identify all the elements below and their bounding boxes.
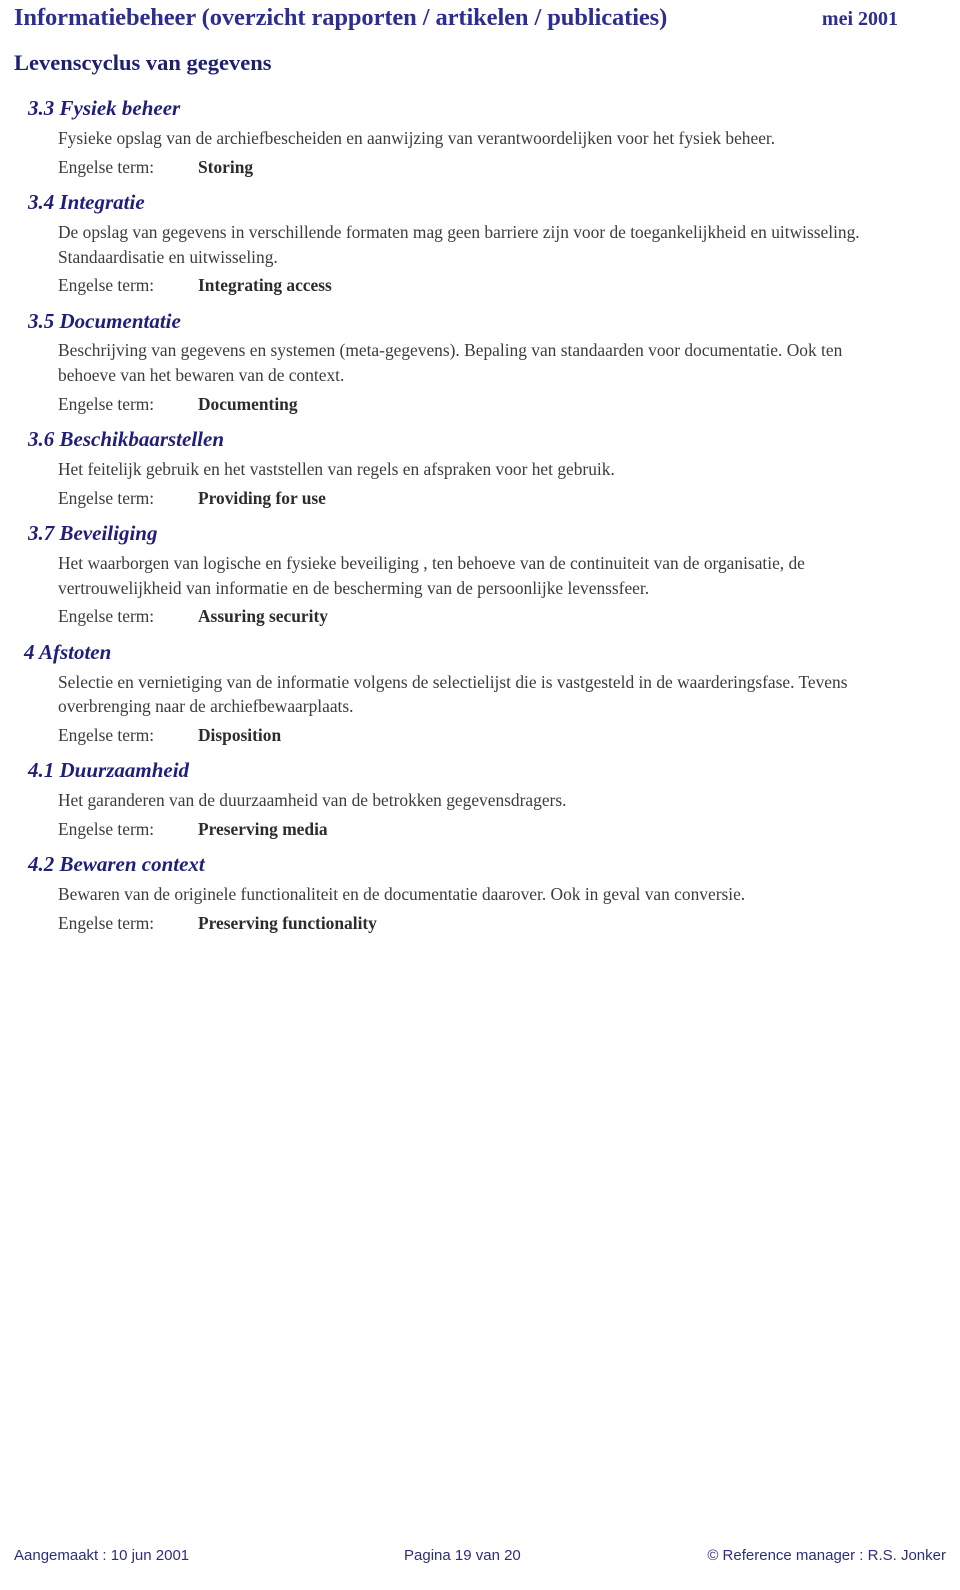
english-term-row: Engelse term: Assuring security — [58, 604, 960, 628]
document-date: mei 2001 — [821, 8, 898, 30]
section-description: De opslag van gegevens in verschillende … — [58, 221, 860, 267]
english-term-value: Preserving functionality — [198, 912, 377, 933]
section-heading: 3.4 Integratie — [28, 189, 145, 214]
english-term-row: Engelse term: Disposition — [58, 723, 960, 747]
section-heading: 3.6 Beschikbaarstellen — [28, 427, 225, 452]
section-3-4: 3.4 Integratie De opslag van gegevens in… — [0, 189, 960, 298]
section-description: Fysieke opslag van de archiefbescheiden … — [58, 127, 776, 148]
section-3-7: 3.7 Beveiliging Het waarborgen van logis… — [0, 520, 960, 629]
english-term-label: Engelse term: — [58, 156, 155, 177]
english-term-value: Disposition — [198, 725, 282, 746]
section-4: 4 Afstoten Selectie en vernietiging van … — [0, 639, 960, 748]
english-term-value: Documenting — [198, 393, 298, 414]
section-heading: 4.1 Duurzaamheid — [28, 758, 190, 783]
section-description: Het feitelijk gebruik en het vaststellen… — [58, 459, 615, 480]
section-3-3: 3.3 Fysiek beheer Fysieke opslag van de … — [0, 95, 960, 179]
english-term-value: Providing for use — [198, 487, 326, 508]
english-term-label: Engelse term: — [58, 912, 155, 933]
document-footer: Aangemaakt : 10 jun 2001 Pagina 19 van 2… — [14, 1547, 946, 1564]
english-term-label: Engelse term: — [58, 487, 155, 508]
section-description: Het waarborgen van logische en fysieke b… — [58, 553, 805, 598]
english-term-value: Storing — [198, 156, 254, 177]
english-term-row: Engelse term: Preserving media — [58, 817, 960, 841]
english-term-label: Engelse term: — [58, 393, 155, 414]
section-4-2: 4.2 Bewaren context Bewaren van de origi… — [0, 851, 960, 935]
english-term-value: Preserving media — [198, 819, 328, 840]
english-term-row: Engelse term: Integrating access — [58, 273, 960, 297]
footer-created-date: Aangemaakt : 10 jun 2001 — [14, 1547, 190, 1564]
section-description: Bewaren van de originele functionaliteit… — [58, 884, 746, 905]
section-heading: 4 Afstoten — [24, 639, 112, 664]
english-term-label: Engelse term: — [58, 819, 155, 840]
section-description: Beschrijving van gegevens en systemen (m… — [58, 340, 843, 386]
section-3-5: 3.5 Documentatie Beschrijving van gegeve… — [0, 308, 960, 417]
page-title: Informatiebeheer (overzicht rapporten / … — [14, 4, 668, 31]
document-subtitle: Levenscyclus van gegevens — [14, 50, 272, 75]
english-term-label: Engelse term: — [58, 275, 155, 296]
english-term-label: Engelse term: — [58, 606, 155, 627]
english-term-row: Engelse term: Providing for use — [58, 486, 960, 510]
section-heading: 4.2 Bewaren context — [28, 852, 205, 877]
footer-copyright: © Reference manager : R.S. Jonker — [707, 1547, 946, 1564]
english-term-value: Assuring security — [198, 606, 328, 627]
section-description: Selectie en vernietiging van de informat… — [58, 671, 848, 717]
english-term-label: Engelse term: — [58, 725, 155, 746]
english-term-value: Integrating access — [198, 275, 332, 296]
section-heading: 3.3 Fysiek beheer — [28, 96, 181, 120]
document-header: Informatiebeheer (overzicht rapporten / … — [14, 4, 898, 32]
section-3-6: 3.6 Beschikbaarstellen Het feitelijk geb… — [0, 426, 960, 510]
section-4-1: 4.1 Duurzaamheid Het garanderen van de d… — [0, 757, 960, 841]
english-term-row: Engelse term: Storing — [58, 155, 960, 179]
section-heading: 3.7 Beveiliging — [28, 521, 158, 546]
document-page: Informatiebeheer (overzicht rapporten / … — [0, 0, 960, 1590]
section-heading: 3.5 Documentatie — [28, 308, 181, 333]
english-term-row: Engelse term: Documenting — [58, 392, 960, 416]
section-description: Het garanderen van de duurzaamheid van d… — [58, 790, 567, 811]
document-body: 3.3 Fysiek beheer Fysieke opslag van de … — [0, 95, 960, 945]
english-term-row: Engelse term: Preserving functionality — [58, 911, 960, 935]
footer-page-number: Pagina 19 van 20 — [404, 1547, 521, 1564]
